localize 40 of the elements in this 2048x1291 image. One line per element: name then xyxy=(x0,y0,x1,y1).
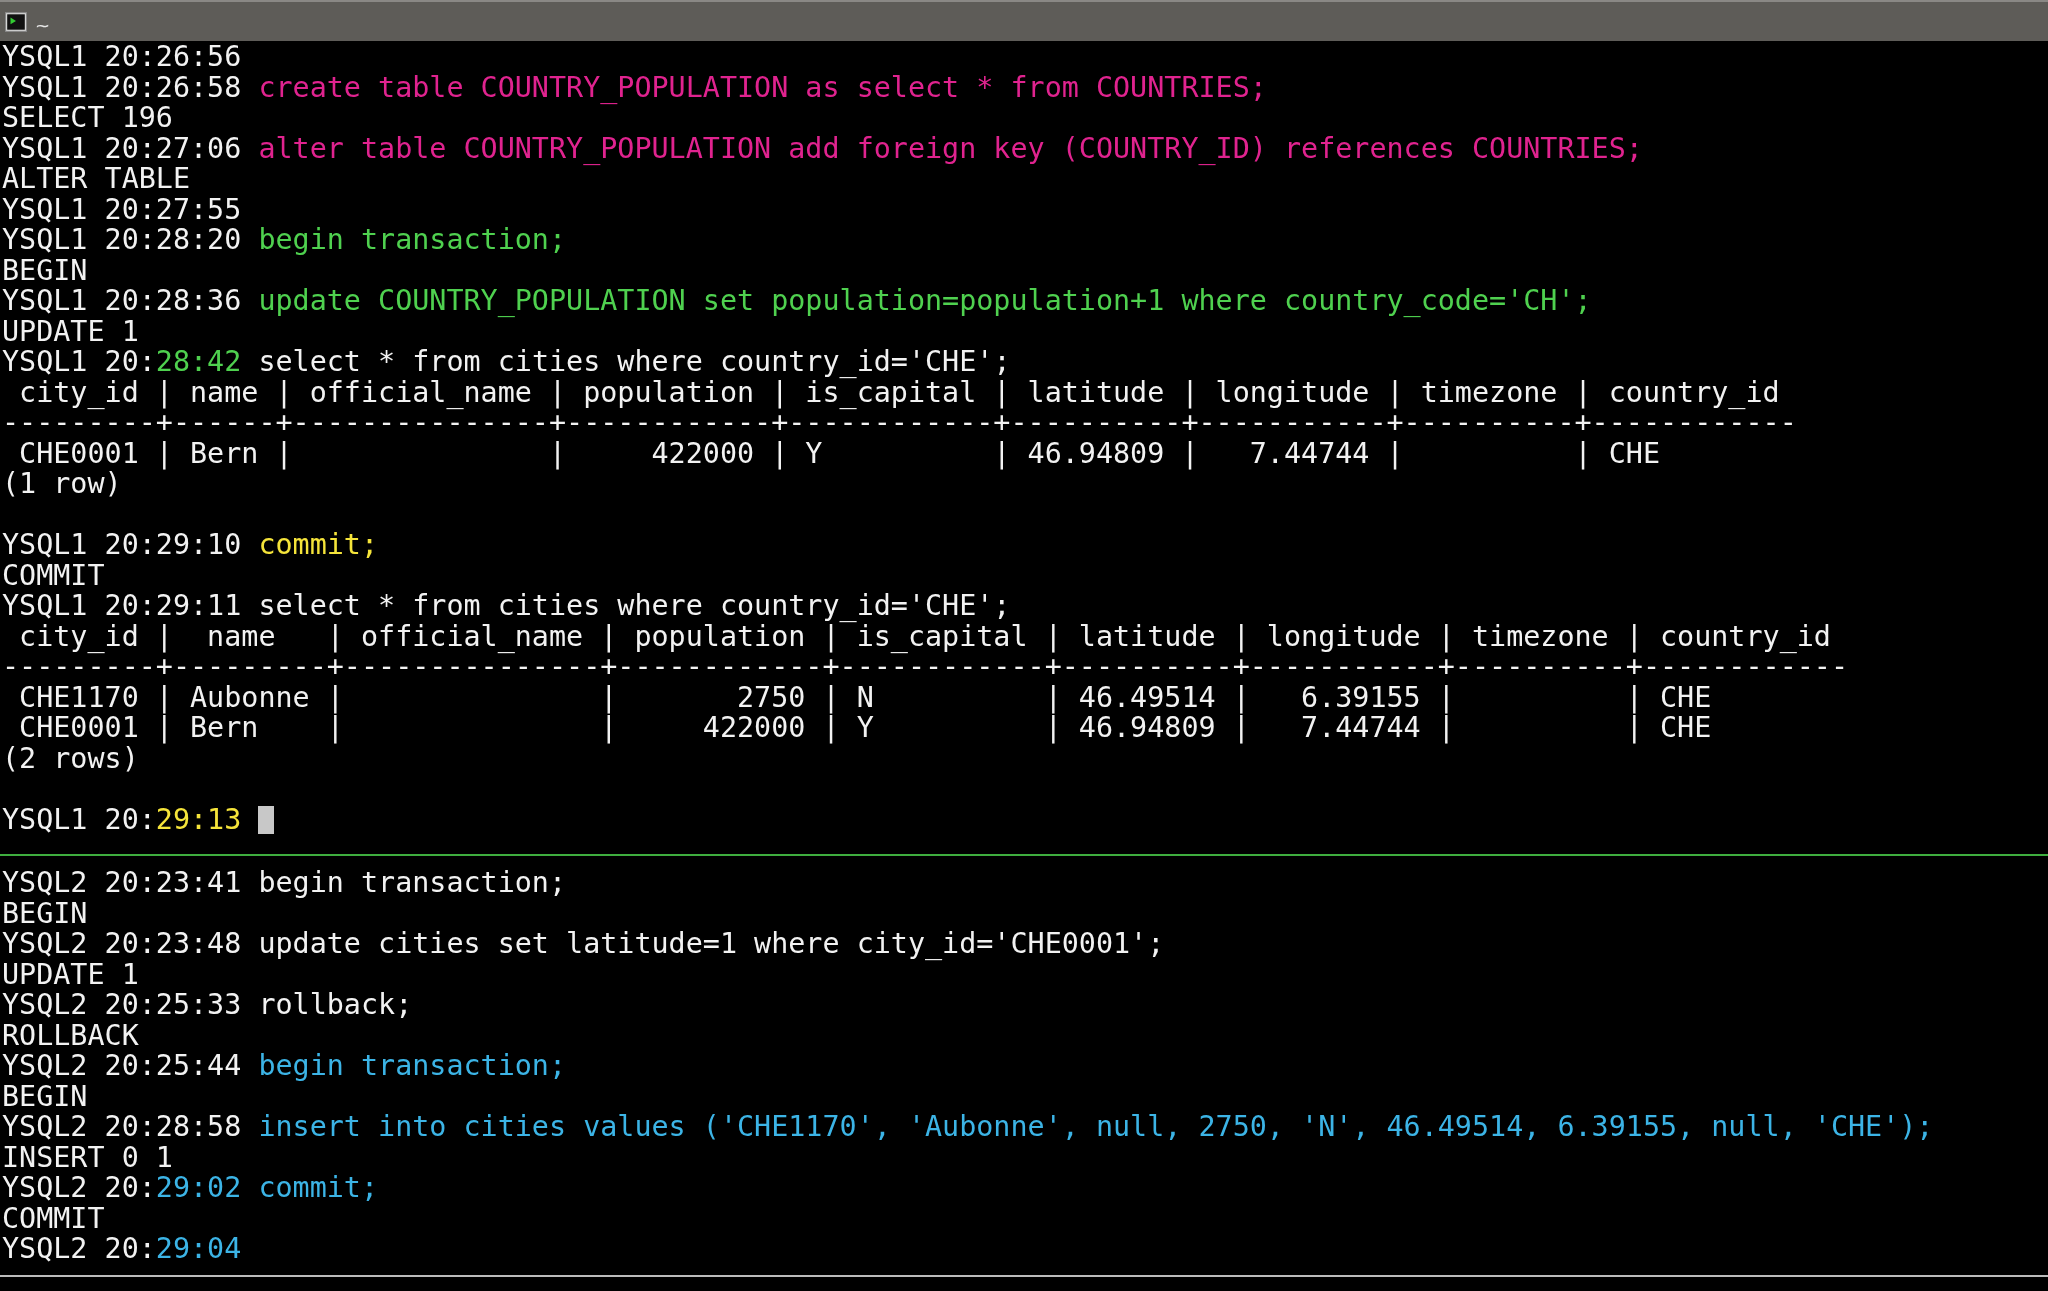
terminal-line: ---------+---------+---------------+------------+------------+----------+-----------+----------+------------ xyxy=(2,652,1848,683)
terminal-line: ---------+------+---------------+------------+------------+----------+-----------+----------+------------ xyxy=(2,408,1797,439)
terminal-line: YSQL1 20:28:36 update COUNTRY_POPULATION set population=population+1 where country_code='CH'; xyxy=(2,286,1592,317)
terminal-line: YSQL2 20:28:58 insert into cities values ('CHE1170', 'Aubonne', null, 2750, 'N', 46.49514, 6.39155, null, 'CHE'); xyxy=(2,1112,1934,1143)
terminal-line: SELECT 196 xyxy=(2,103,173,134)
terminal-line: (2 rows) xyxy=(2,743,139,774)
terminal-line: CHE0001 | Bern | | 422000 | Y | 46.94809 | 7.44744 | | CHE xyxy=(18,438,1660,469)
terminal-line: YSQL1 20:29:10 commit; xyxy=(2,530,379,561)
terminal-line: YSQL2 20:25:44 begin transaction; xyxy=(2,1051,567,1082)
terminal-line: YSQL1 20:29:13 xyxy=(2,804,242,835)
terminal-line: YSQL1 20:29:11 select * from cities where country_id='CHE'; xyxy=(2,591,1011,622)
text-cursor xyxy=(258,805,275,834)
terminal-line: (1 row) xyxy=(2,469,122,500)
terminal-line: UPDATE 1 xyxy=(2,316,139,347)
terminal-line: city_id | name | official_name | population | is_capital | latitude | longitude | timezone | country_id xyxy=(18,621,1831,652)
terminal-line: YSQL1 20:27:06 alter table COUNTRY_POPULATION add foreign key (COUNTRY_ID) references COUNTRIES; xyxy=(2,133,1643,164)
terminal-line: YSQL2 20:25:33 rollback; xyxy=(2,990,413,1021)
terminal-line: YSQL1 20:26:58 create table COUNTRY_POPULATION as select * from COUNTRIES; xyxy=(2,72,1267,103)
terminal-icon xyxy=(5,11,27,32)
terminal-line: YSQL1 20:27:55 xyxy=(2,194,242,225)
terminal-line: COMMIT xyxy=(2,560,105,591)
terminal-line: UPDATE 1 xyxy=(2,959,139,990)
terminal-line: YSQL1 20:28:20 begin transaction; xyxy=(2,225,567,256)
terminal-line: CHE1170 | Aubonne | | 2750 | N | 46.49514 | 6.39155 | | CHE xyxy=(18,682,1712,713)
terminal-line: INSERT 0 1 xyxy=(2,1142,173,1173)
terminal-line: BEGIN xyxy=(2,255,88,286)
terminal-line: city_id | name | official_name | population | is_capital | latitude | longitude | timezone | country_id xyxy=(18,377,1780,408)
terminal-line: YSQL2 20:29:02 commit; xyxy=(2,1173,379,1204)
terminal-line: BEGIN xyxy=(2,898,88,929)
terminal-line: YSQL1 20:28:42 select * from cities where country_id='CHE'; xyxy=(2,347,1011,378)
window-title: ~ xyxy=(35,15,51,36)
terminal-line: ROLLBACK xyxy=(2,1020,139,1051)
terminal-line: YSQL2 20:23:41 begin transaction; xyxy=(2,868,567,899)
terminal-line: COMMIT xyxy=(2,1203,105,1234)
terminal-line: YSQL2 20:23:48 update cities set latitude=1 where city_id='CHE0001'; xyxy=(2,929,1165,960)
terminal-line: BEGIN xyxy=(2,1081,88,1112)
terminal-line: YSQL2 20:29:04 xyxy=(2,1234,242,1265)
terminal-line: YSQL1 20:26:56 xyxy=(2,42,242,73)
terminal-line: ALTER TABLE xyxy=(2,164,191,195)
terminal-line: CHE0001 | Bern | | 422000 | Y | 46.94809 | 7.44744 | | CHE xyxy=(18,713,1712,744)
